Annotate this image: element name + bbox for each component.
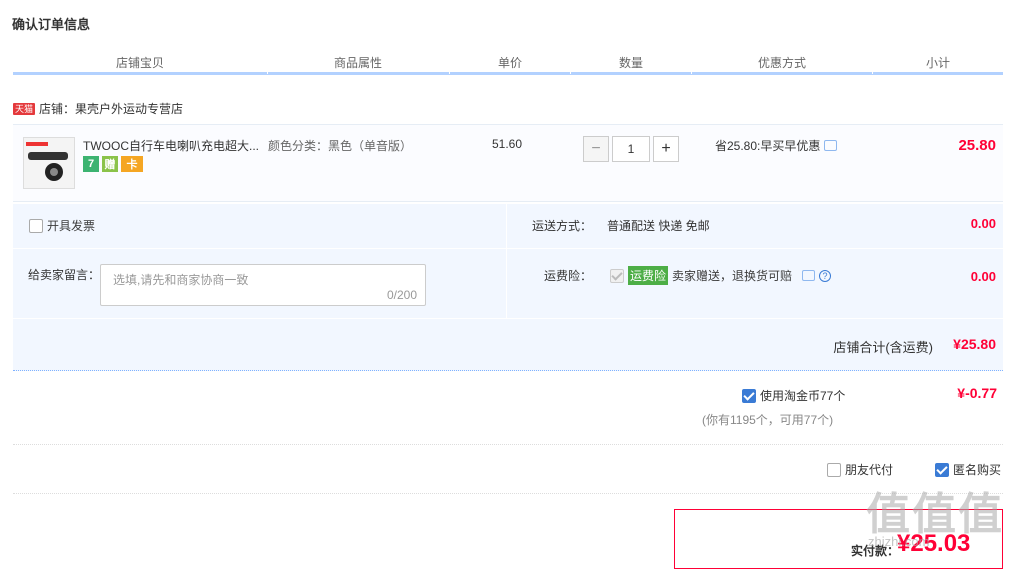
page-title: 确认订单信息 xyxy=(12,17,91,32)
message-char-count: 0/200 xyxy=(386,288,417,302)
col-store-item: 店铺宝贝 xyxy=(115,56,164,70)
help-icon[interactable]: ? xyxy=(819,269,832,282)
insurance-label: 运费险： xyxy=(544,269,593,283)
shipping-label: 运送方式： xyxy=(532,219,593,233)
seven-day-return-icon: 7 xyxy=(83,156,99,172)
quantity-stepper: − 1 + xyxy=(583,136,679,162)
anonymous-checkbox[interactable] xyxy=(935,462,949,477)
column-header: 店铺宝贝 商品属性 单价 数量 优惠方式 小计 xyxy=(13,52,1003,75)
watermark-logo: 值值值 xyxy=(866,490,1004,539)
order-item-row: TWOOC自行车电喇叭充电超大... 7 赠 卡 颜色分类：黑色（单音版） 51… xyxy=(13,124,1003,202)
store-total-amount: ¥25.80 xyxy=(953,336,996,352)
coin-note: (你有1195个，可用77个) xyxy=(702,413,834,427)
item-subtotal: 25.80 xyxy=(958,137,996,154)
service-badges: 7 赠 卡 xyxy=(83,156,143,172)
anonymous-option[interactable]: 匿名购买 xyxy=(935,461,1001,478)
message-placeholder: 选填,请先和商家协商一致 xyxy=(113,273,249,287)
friend-pay-checkbox[interactable] xyxy=(827,462,841,477)
store-line: 天猫 店铺：果壳户外运动专营店 xyxy=(13,100,183,117)
seller-message-input[interactable]: 选填,请先和商家协商一致 0/200 xyxy=(100,264,426,306)
tmall-icon: 天猫 xyxy=(13,102,36,115)
message-label: 给卖家留言： xyxy=(28,268,101,282)
insurance-checkbox xyxy=(610,268,624,283)
coin-checkbox[interactable] xyxy=(742,388,756,403)
invoice-option[interactable]: 开具发票 xyxy=(29,217,95,234)
store-total-label: 店铺合计(含运费) xyxy=(833,340,933,355)
col-unit-price: 单价 xyxy=(497,56,522,70)
qty-input[interactable]: 1 xyxy=(612,136,650,162)
card-pay-icon: 卡 xyxy=(121,156,143,172)
store-name-link[interactable]: 店铺：果壳户外运动专营店 xyxy=(39,100,183,117)
qty-plus-button[interactable]: + xyxy=(653,136,679,162)
anonymous-label: 匿名购买 xyxy=(953,463,1002,477)
friend-pay-option[interactable]: 朋友代付 xyxy=(827,461,893,478)
invoice-checkbox[interactable] xyxy=(29,218,43,233)
watermark-url: zhizhi.com xyxy=(868,534,930,549)
friend-pay-label: 朋友代付 xyxy=(845,463,894,477)
chat-icon[interactable] xyxy=(824,140,838,151)
col-quantity: 数量 xyxy=(618,56,643,70)
promotion-text: 省25.80:早买早优惠 xyxy=(715,139,821,153)
qty-minus-button[interactable]: − xyxy=(583,136,609,162)
col-subtotal: 小计 xyxy=(925,56,950,70)
invoice-label: 开具发票 xyxy=(47,219,96,233)
insurance-tag: 运费险 xyxy=(628,266,669,285)
order-options: 开具发票 运送方式： 普通配送 快递 免邮 0.00 给卖家留言： 选填,请先和… xyxy=(13,204,1003,371)
col-attribute: 商品属性 xyxy=(333,56,382,70)
gift-icon: 赠 xyxy=(102,156,118,172)
shipping-fee: 0.00 xyxy=(970,216,996,231)
unit-price: 51.60 xyxy=(492,137,523,151)
promotion: 省25.80:早买早优惠 xyxy=(715,137,838,154)
insurance-option: 运费险 卖家赠送，退换货可赔 ? xyxy=(610,266,832,285)
insurance-text: 卖家赠送，退换货可赔 xyxy=(672,269,793,283)
product-attribute: 颜色分类：黑色（单音版） xyxy=(268,139,413,153)
coin-label: 使用淘金币77个 xyxy=(760,389,846,403)
product-name-link[interactable]: TWOOC自行车电喇叭充电超大... xyxy=(83,137,263,154)
col-discount: 优惠方式 xyxy=(757,56,806,70)
chat-icon[interactable] xyxy=(802,270,816,281)
insurance-fee: 0.00 xyxy=(970,269,996,284)
shipping-method: 普通配送 快递 免邮 xyxy=(607,219,710,233)
product-thumbnail[interactable] xyxy=(23,137,75,189)
coin-discount: ¥-0.77 xyxy=(957,385,997,401)
coin-option[interactable]: 使用淘金币77个 xyxy=(742,387,845,404)
